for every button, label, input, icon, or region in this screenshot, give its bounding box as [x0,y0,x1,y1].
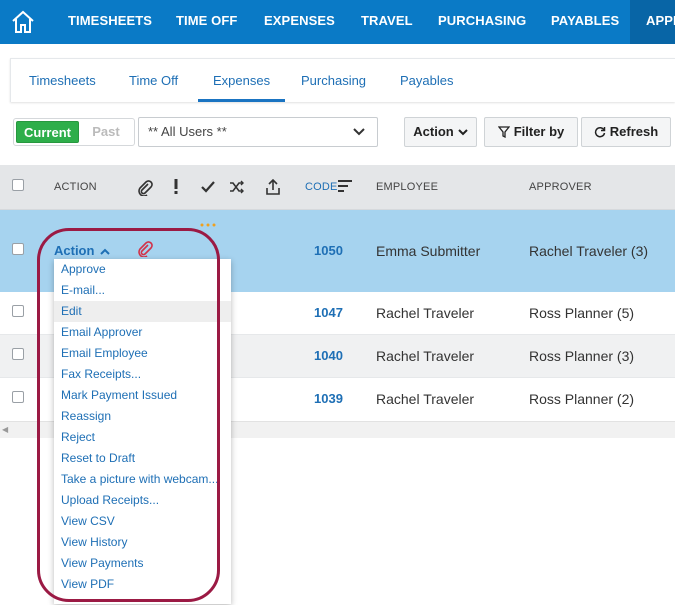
nav-payables[interactable]: PAYABLES [551,0,619,44]
menu-item-view-history[interactable]: View History [54,532,231,553]
row-approver: Ross Planner (3) [529,348,635,364]
row-checkbox[interactable] [12,391,24,403]
row-approver: Ross Planner (2) [529,391,635,407]
nav-timesheets[interactable]: TIMESHEETS [68,0,152,44]
sort-icon[interactable] [338,179,352,193]
chevron-down-icon [458,128,468,135]
top-navigation: TIMESHEETS TIME OFF EXPENSES TRAVEL PURC… [0,0,675,44]
menu-item-email-approver[interactable]: Email Approver [54,322,231,343]
refresh-icon [594,126,606,138]
more-dots-icon [200,223,216,227]
menu-item-webcam[interactable]: Take a picture with webcam... [54,469,231,490]
row-code[interactable]: 1047 [314,305,343,320]
action-dropdown-menu: Approve E-mail... Edit Email Approver Em… [54,259,231,604]
chevron-down-icon [353,128,365,136]
nav-expenses[interactable]: EXPENSES [264,0,335,44]
action-button[interactable]: Action [404,117,477,147]
sub-tabs: Timesheets Time Off Expenses Purchasing … [10,58,675,102]
home-button[interactable] [0,0,46,44]
export-icon[interactable] [265,179,281,195]
row-code[interactable]: 1040 [314,348,343,363]
menu-item-view-payments[interactable]: View Payments [54,553,231,574]
row-checkbox[interactable] [12,243,24,255]
current-toggle-button[interactable]: Current [16,121,79,143]
scroll-left-arrow-icon[interactable]: ◀ [2,425,8,434]
shuffle-icon[interactable] [229,179,245,195]
row-approver: Ross Planner (5) [529,305,635,321]
past-toggle-button[interactable]: Past [80,121,132,143]
menu-item-email-employee[interactable]: Email Employee [54,343,231,364]
attachment-icon[interactable] [137,240,153,257]
refresh-label: Refresh [609,124,659,139]
menu-item-email[interactable]: E-mail... [54,280,231,301]
tab-payables[interactable]: Payables [400,59,453,102]
row-employee: Rachel Traveler [376,305,475,321]
tab-purchasing[interactable]: Purchasing [301,59,366,102]
menu-item-mark-payment-issued[interactable]: Mark Payment Issued [54,385,231,406]
exclamation-icon[interactable] [173,179,179,195]
row-code[interactable]: 1039 [314,391,343,406]
header-action: ACTION [54,181,97,193]
row-checkbox[interactable] [12,348,24,360]
row-action-label: Action [54,243,95,258]
menu-item-reset-to-draft[interactable]: Reset to Draft [54,448,231,469]
users-select-value: ** All Users ** [148,124,227,139]
menu-item-edit[interactable]: Edit [54,301,231,322]
menu-item-reject[interactable]: Reject [54,427,231,448]
nav-purchasing[interactable]: PURCHASING [438,0,526,44]
menu-item-view-csv[interactable]: View CSV [54,511,231,532]
paperclip-icon[interactable] [137,179,153,196]
header-employee[interactable]: EMPLOYEE [376,165,438,210]
row-code[interactable]: 1050 [314,243,343,258]
table-header: ACTION CODE EMPLOYEE APPROVER [0,165,675,210]
row-employee: Emma Submitter [376,243,481,259]
tab-time-off[interactable]: Time Off [129,59,178,102]
row-employee: Rachel Traveler [376,391,475,407]
menu-item-view-pdf[interactable]: View PDF [54,574,231,595]
row-approver: Rachel Traveler (3) [529,243,649,259]
chevron-up-icon [100,248,110,255]
row-employee: Rachel Traveler [376,348,475,364]
menu-item-fax-receipts[interactable]: Fax Receipts... [54,364,231,385]
nav-travel[interactable]: TRAVEL [361,0,413,44]
filter-by-label: Filter by [513,124,565,139]
row-checkbox[interactable] [12,305,24,317]
menu-item-approve[interactable]: Approve [54,259,231,280]
action-button-label: Action [413,124,454,139]
filter-icon [497,126,510,138]
header-approver[interactable]: APPROVER [529,165,592,210]
users-select[interactable]: ** All Users ** [138,117,378,147]
header-code[interactable]: CODE [305,165,338,210]
tab-timesheets[interactable]: Timesheets [29,59,96,102]
refresh-button[interactable]: Refresh [581,117,671,147]
nav-time-off[interactable]: TIME OFF [176,0,237,44]
home-icon [12,10,34,33]
filter-by-button[interactable]: Filter by [484,117,578,147]
tab-expenses[interactable]: Expenses [198,59,286,102]
nav-approvals[interactable]: APPR [630,0,675,44]
menu-item-upload-receipts[interactable]: Upload Receipts... [54,490,231,511]
checkmark-icon[interactable] [200,179,216,195]
menu-item-reassign[interactable]: Reassign [54,406,231,427]
select-all-checkbox[interactable] [12,179,24,191]
row-action-link[interactable]: Action [54,243,110,258]
